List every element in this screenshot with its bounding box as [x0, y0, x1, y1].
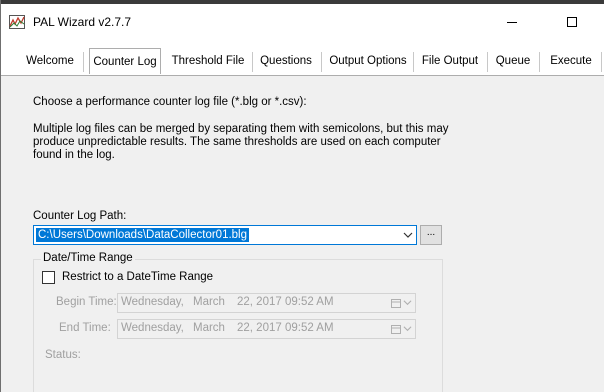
calendar-icon	[391, 299, 401, 308]
calendar-icon	[391, 325, 401, 334]
end-weekday: Wednesday,	[121, 322, 184, 334]
window-title: PAL Wizard v2.7.7	[33, 15, 132, 29]
tab-strip: Welcome Counter Log Threshold File Quest…	[1, 40, 604, 76]
restrict-datetime-label[interactable]: Restrict to a DateTime Range	[62, 271, 213, 283]
pal-chart-icon	[9, 15, 25, 29]
tab-separator	[252, 52, 253, 72]
maximize-icon	[567, 17, 577, 27]
begin-date-time: 22, 2017 09:52 AM	[237, 296, 334, 308]
begin-time-picker: Wednesday, March 22, 2017 09:52 AM	[117, 293, 416, 313]
chevron-down-icon	[403, 326, 412, 332]
tab-counter-log[interactable]: Counter Log	[89, 48, 161, 74]
tab-execute[interactable]: Execute	[544, 50, 598, 72]
tab-questions[interactable]: Questions	[255, 50, 317, 72]
note-line-1: Multiple log files can be merged by sepa…	[33, 123, 449, 135]
tab-welcome[interactable]: Welcome	[21, 50, 79, 72]
minimize-icon	[507, 22, 517, 23]
browse-button[interactable]: ...	[420, 225, 442, 245]
end-time-picker: Wednesday, March 22, 2017 09:52 AM	[117, 319, 416, 339]
begin-month: March	[193, 296, 225, 308]
tab-separator	[83, 52, 84, 72]
chevron-down-icon[interactable]	[403, 230, 413, 240]
tab-separator	[413, 52, 414, 72]
note-line-3: found in the log.	[33, 149, 115, 161]
tab-file-output[interactable]: File Output	[417, 50, 483, 72]
pal-wizard-window: PAL Wizard v2.7.7 Welcome Counter Log Th…	[0, 0, 604, 392]
end-month: March	[193, 322, 225, 334]
status-label: Status:	[45, 349, 81, 361]
instruction-text: Choose a performance counter log file (*…	[33, 96, 307, 108]
chevron-down-icon	[403, 300, 412, 306]
tab-threshold-file[interactable]: Threshold File	[167, 50, 249, 72]
title-bar[interactable]: PAL Wizard v2.7.7	[1, 4, 604, 40]
tab-queue[interactable]: Queue	[491, 50, 535, 72]
counter-log-path-combobox[interactable]: C:\Users\Downloads\DataCollector01.blg	[33, 225, 417, 245]
group-title: Date/Time Range	[41, 252, 135, 264]
note-line-2: produce unpredictable results. The same …	[33, 136, 441, 148]
counter-log-path-value[interactable]: C:\Users\Downloads\DataCollector01.blg	[36, 228, 250, 242]
tab-separator	[321, 52, 322, 72]
minimize-button[interactable]	[489, 6, 535, 38]
begin-weekday: Wednesday,	[121, 296, 184, 308]
restrict-datetime-checkbox[interactable]	[42, 271, 55, 284]
tab-separator	[487, 52, 488, 72]
end-time-label: End Time:	[59, 322, 111, 334]
tab-separator	[601, 52, 602, 72]
tab-output-options[interactable]: Output Options	[325, 50, 411, 72]
maximize-button[interactable]	[549, 6, 595, 38]
begin-time-label: Begin Time:	[56, 296, 117, 308]
tab-panel-border	[1, 75, 604, 76]
end-date-time: 22, 2017 09:52 AM	[237, 322, 334, 334]
tab-separator	[539, 52, 540, 72]
counter-log-path-label: Counter Log Path:	[33, 210, 127, 222]
